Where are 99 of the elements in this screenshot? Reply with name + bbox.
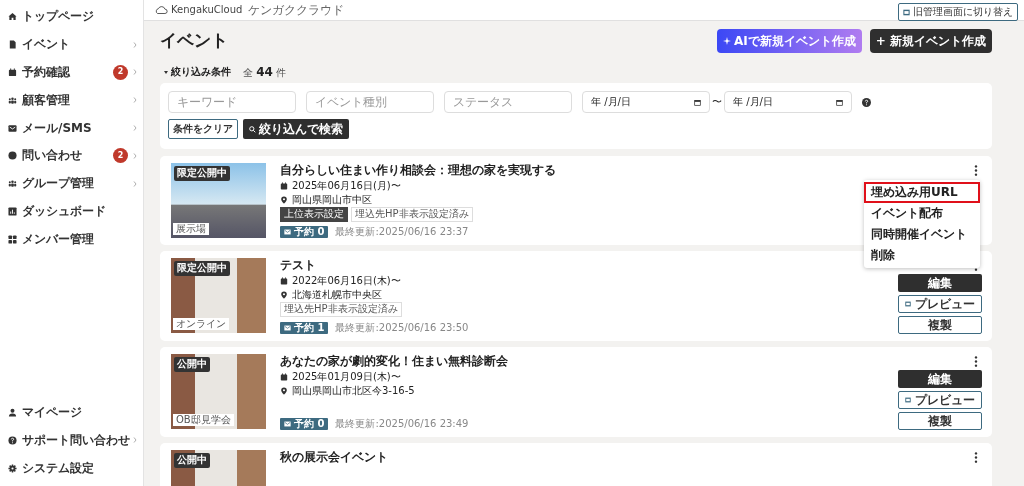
filter-input[interactable]: ステータス xyxy=(444,91,572,113)
filter-toggle[interactable]: 絞り込み条件 xyxy=(164,65,231,79)
event-title[interactable]: 秋の展示会イベント xyxy=(280,450,884,465)
sidebar-item[interactable]: サポート問い合わせ xyxy=(0,426,143,455)
event-date: 2025年06月16日(月)〜 xyxy=(292,180,401,193)
date-field[interactable]: 年 /月/日 xyxy=(582,91,710,113)
mail-icon xyxy=(8,123,17,133)
cloud-icon xyxy=(154,5,168,15)
chart-icon xyxy=(8,206,17,216)
tag: 埋込先HP非表示設定済み xyxy=(280,302,402,317)
preview-button[interactable]: プレビュー xyxy=(898,295,982,313)
calendar-icon xyxy=(280,373,288,382)
people-icon xyxy=(8,179,17,189)
sidebar-item[interactable]: メール/SMS xyxy=(0,114,143,142)
ai-create-button[interactable]: AIで新規イベント作成 xyxy=(717,29,862,53)
clear-filter-button[interactable]: 条件をクリア xyxy=(168,119,238,139)
event-title[interactable]: 自分らしい住まい作り相談会：理想の家を実現する xyxy=(280,163,884,178)
sidebar-item[interactable]: 問い合わせ 2 xyxy=(0,142,143,170)
event-date: 2022年06月16日(木)〜 xyxy=(292,275,401,288)
range-separator: 〜 xyxy=(712,95,722,109)
event-place: 岡山県岡山市北区今3-16-5 xyxy=(292,384,415,397)
edit-button[interactable]: 編集 xyxy=(898,274,982,292)
caret-icon xyxy=(164,70,168,74)
filter-input[interactable]: イベント種別 xyxy=(306,91,434,113)
logo-text: KengakuCloud xyxy=(171,3,243,17)
preview-button[interactable]: プレビュー xyxy=(898,391,982,409)
location-pin-icon xyxy=(280,195,288,204)
copy-button[interactable]: 複製 xyxy=(898,316,982,334)
category-label: OB邸見学会 xyxy=(173,413,234,426)
filter-input[interactable]: キーワード xyxy=(168,91,296,113)
mail-icon xyxy=(284,420,291,427)
mail-icon xyxy=(284,228,291,235)
search-icon xyxy=(249,125,256,133)
sidebar-item[interactable]: イベント xyxy=(0,30,143,59)
edit-button[interactable]: 編集 xyxy=(898,370,982,388)
help-icon[interactable] xyxy=(862,97,871,107)
calendar-icon xyxy=(836,98,843,106)
date-field[interactable]: 年 /月/日 xyxy=(724,91,852,113)
sidebar-item[interactable]: トップページ xyxy=(0,3,143,31)
menu-item[interactable]: 削除 xyxy=(864,245,980,266)
location-pin-icon xyxy=(280,290,288,299)
sidebar-item[interactable]: システム設定 xyxy=(0,454,143,482)
grid-icon xyxy=(8,234,17,244)
help-icon xyxy=(8,435,17,445)
person-icon xyxy=(8,408,17,417)
copy-button[interactable]: 複製 xyxy=(898,412,982,430)
event-place: 北海道札幌市中央区 xyxy=(292,288,382,301)
event-place: 岡山県岡山市中区 xyxy=(292,193,372,206)
logo-subtitle: ケンガククラウド xyxy=(248,2,345,18)
event-date: 2025年01月09日(木)〜 xyxy=(292,371,401,384)
gear-icon xyxy=(8,463,17,473)
sidebar-item[interactable]: マイページ xyxy=(0,398,143,427)
tag: 上位表示設定 xyxy=(280,207,348,222)
switch-admin-button[interactable]: 旧管理画面に切り替え xyxy=(898,3,1018,21)
total-count: 全 44 件 xyxy=(243,64,287,80)
more-icon[interactable] xyxy=(974,356,978,367)
menu-item[interactable]: イベント配布 xyxy=(864,203,980,224)
reservation-badge: 予約 0 xyxy=(280,225,329,238)
window-icon xyxy=(905,301,911,307)
category-label: 展示場 xyxy=(173,222,209,235)
calendar-icon xyxy=(280,277,288,286)
page-title: イベント xyxy=(160,30,228,52)
status-badge: 限定公開中 xyxy=(174,261,230,276)
sidebar-item[interactable]: 予約確認 2 xyxy=(0,58,143,87)
home-icon xyxy=(8,12,17,22)
category-label: オンライン xyxy=(173,317,229,330)
more-icon[interactable] xyxy=(974,165,978,176)
tag: 埋込先HP非表示設定済み xyxy=(351,207,473,222)
calendar-icon xyxy=(280,182,288,191)
sidebar-item[interactable]: メンバー管理 xyxy=(0,225,143,254)
status-badge: 公開中 xyxy=(174,453,210,468)
more-icon[interactable] xyxy=(974,452,978,463)
sparkle-icon xyxy=(723,37,731,45)
location-pin-icon xyxy=(280,386,288,395)
menu-item[interactable]: 埋め込み用URL xyxy=(864,182,980,203)
count-badge: 2 xyxy=(113,65,128,80)
mail-icon xyxy=(284,324,291,331)
event-title[interactable]: あなたの家が劇的変化！住まい無料診断会 xyxy=(280,354,884,369)
last-updated: 最終更新:2025/06/16 23:37 xyxy=(335,225,469,238)
status-badge: 公開中 xyxy=(174,357,210,372)
doc-icon xyxy=(8,40,17,50)
status-badge: 限定公開中 xyxy=(174,166,230,181)
reservation-badge: 予約 1 xyxy=(280,321,329,334)
chat-icon xyxy=(8,151,17,161)
cal-icon xyxy=(8,68,17,77)
reservation-badge: 予約 0 xyxy=(280,417,329,430)
calendar-icon xyxy=(694,98,701,106)
window-icon xyxy=(905,397,911,403)
sidebar-item[interactable]: ダッシュボード xyxy=(0,197,143,226)
menu-item[interactable]: 同時開催イベント xyxy=(864,224,980,245)
last-updated: 最終更新:2025/06/16 23:49 xyxy=(335,417,469,430)
window-icon xyxy=(903,8,910,16)
last-updated: 最終更新:2025/06/16 23:50 xyxy=(335,321,469,334)
search-button[interactable]: 絞り込んで検索 xyxy=(243,119,349,139)
sidebar-item[interactable]: グループ管理 xyxy=(0,169,143,198)
new-event-button[interactable]: + 新規イベント作成 xyxy=(869,29,992,53)
count-badge: 2 xyxy=(113,148,128,164)
people-icon xyxy=(8,95,17,105)
sidebar-item[interactable]: 顧客管理 xyxy=(0,86,143,115)
